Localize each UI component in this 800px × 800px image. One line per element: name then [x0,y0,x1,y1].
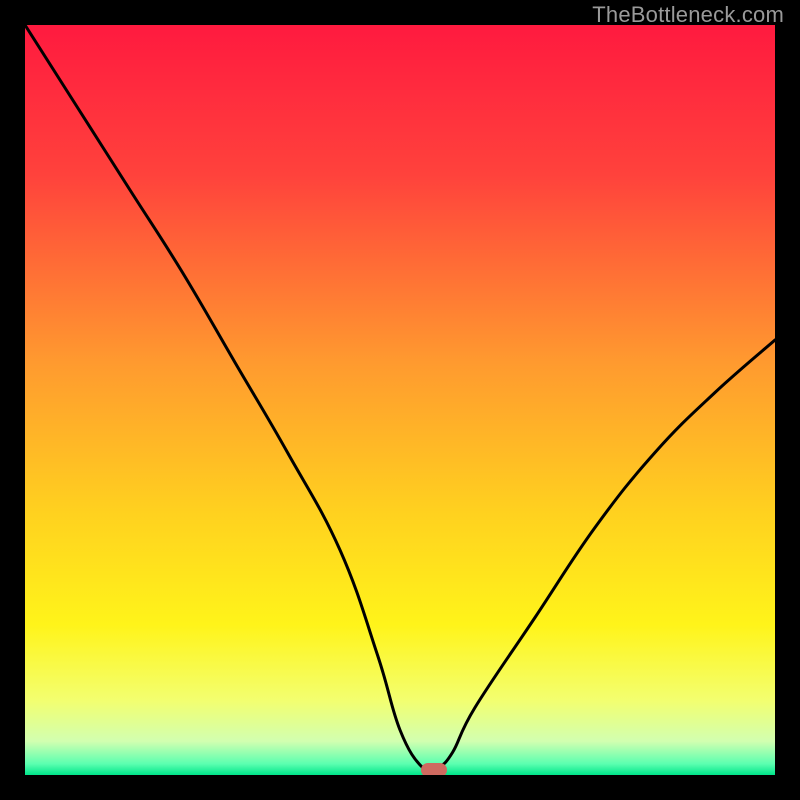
plot-area [25,25,775,775]
bottleneck-curve [25,25,775,775]
optimal-marker [421,763,447,775]
chart-frame: TheBottleneck.com [0,0,800,800]
